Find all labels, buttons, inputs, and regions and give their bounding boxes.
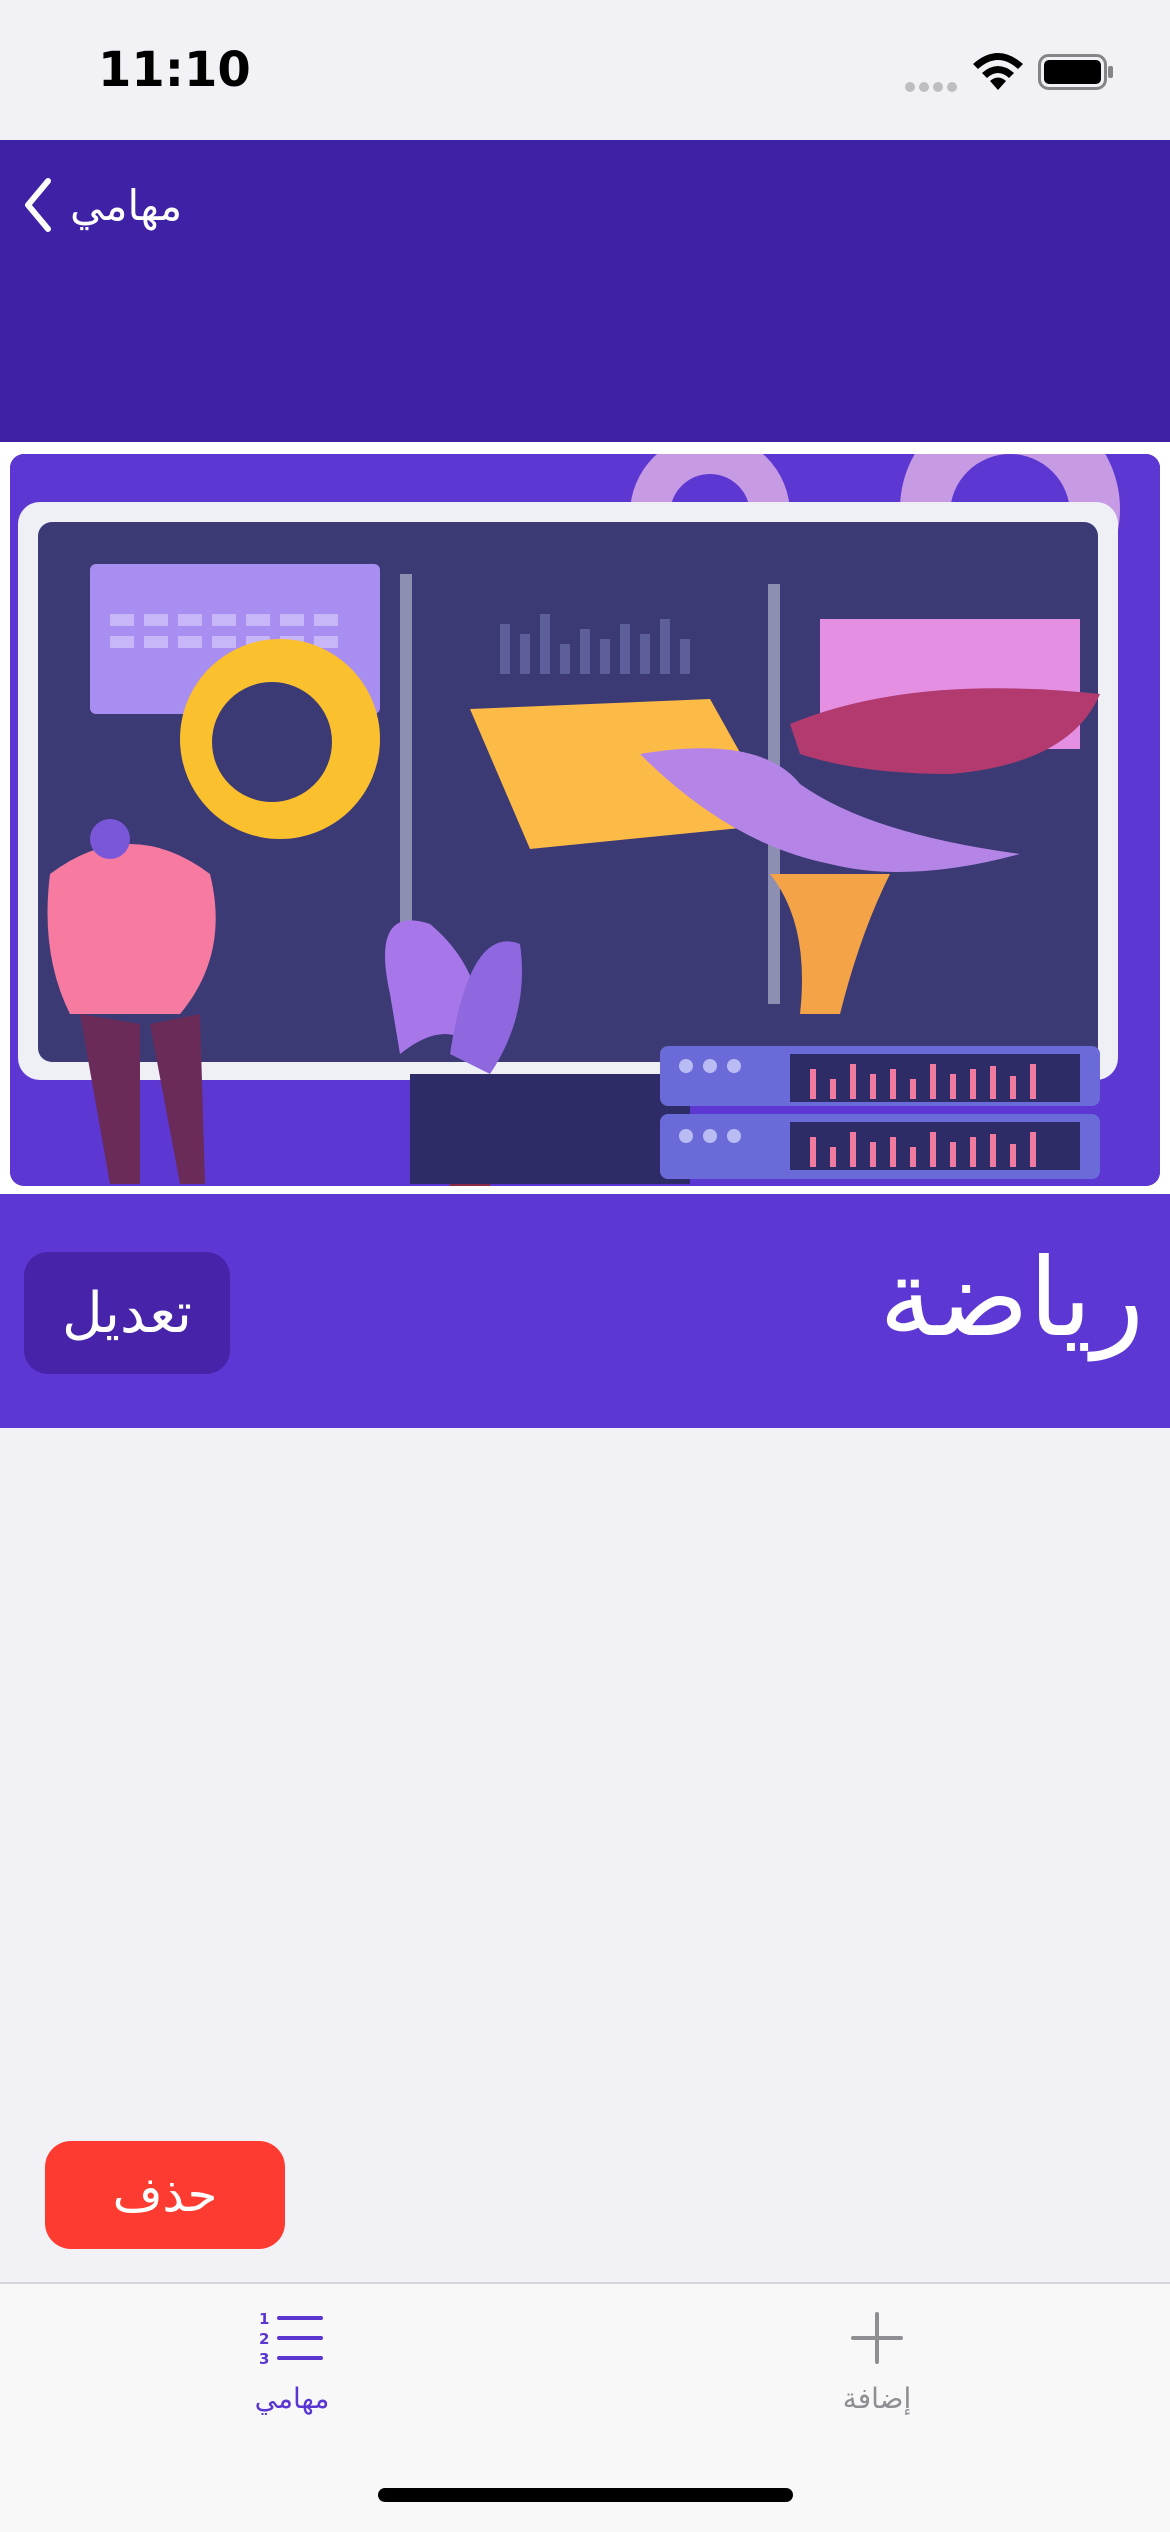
task-title-band: رياضة تعديل [0,1194,1170,1428]
task-illustration [10,454,1160,1186]
numbered-list-icon: 1 2 3 [259,2310,323,2368]
svg-text:2: 2 [259,2330,269,2348]
svg-text:1: 1 [259,2310,269,2328]
tab-tasks[interactable]: 1 2 3 مهامي [142,2308,442,2438]
wifi-icon [973,53,1023,90]
task-title: رياضة [879,1236,1144,1361]
navigation-header: مهامي [0,140,1170,442]
back-button-label: مهامي [70,180,183,230]
cellular-signal-icon [905,82,957,92]
plus-icon [851,2312,903,2364]
svg-text:3: 3 [259,2350,269,2368]
delete-button[interactable]: حذف [45,2141,285,2249]
tab-add[interactable]: إضافة [727,2308,1027,2438]
status-bar: 11:10 [0,0,1170,140]
status-time: 11:10 [98,42,251,98]
tab-add-label: إضافة [842,2382,912,2415]
tab-tasks-label: مهامي [254,2382,330,2415]
chevron-left-icon [25,178,51,232]
home-indicator [378,2488,793,2502]
edit-button[interactable]: تعديل [24,1252,230,1374]
back-button[interactable]: مهامي [22,170,182,240]
task-image [0,442,1170,1194]
battery-icon [1038,54,1113,90]
